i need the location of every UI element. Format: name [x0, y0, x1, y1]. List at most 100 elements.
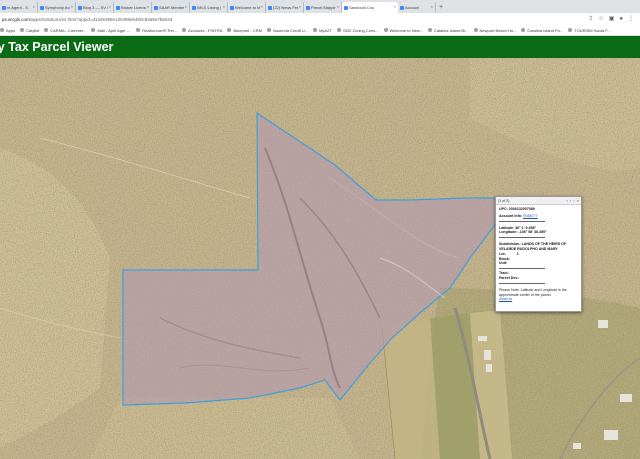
- tab-favicon-icon: [192, 5, 196, 10]
- account-label: Account Info:: [499, 213, 523, 218]
- tab-close-icon[interactable]: ×: [71, 4, 73, 9]
- bookmark-item[interactable]: Catalina Island Br...: [427, 27, 469, 33]
- latitude-label: Latitude:: [499, 225, 515, 230]
- bookmark-favicon-icon: [521, 28, 526, 32]
- bookmarks-bar: Apps Catylist CARMA - Commer... Mail - Apri…: [0, 25, 640, 36]
- divider: [499, 268, 545, 270]
- tab-close-icon[interactable]: ×: [394, 4, 396, 9]
- tab-close-icon[interactable]: ×: [33, 4, 35, 9]
- tab-close-icon[interactable]: ×: [185, 4, 187, 9]
- browser-tab[interactable]: Parcel Mapping - SV×: [304, 2, 342, 13]
- bookmark-label: CARMA - Commer...: [50, 27, 87, 33]
- map-canvas[interactable]: (1 of 2) ‹ › ▫ × UPC: 2006132007089 Acco…: [0, 58, 640, 459]
- tab-label: Account: [405, 5, 420, 10]
- subdivision-label: Subdivision:: [499, 242, 521, 247]
- browser-tab[interactable]: Account ×: [398, 2, 436, 13]
- bookmark-label: Nusenda Credit U...: [272, 27, 309, 33]
- bookmark-label: Welcome to New...: [389, 27, 423, 33]
- bookmark-item[interactable]: MyAZT: [313, 28, 332, 33]
- popup-prev-icon[interactable]: ‹: [567, 198, 568, 203]
- tab-favicon-icon: [78, 5, 82, 10]
- profile-icon[interactable]: ●: [619, 15, 623, 23]
- browser-tab[interactable]: nt Agent - S ×: [0, 2, 38, 13]
- bookmark-label: Apps: [6, 27, 16, 33]
- bookmark-item[interactable]: Realtor.com® Rel...: [136, 28, 177, 33]
- tab-label: Blog 3 — SV Consult: [83, 5, 108, 10]
- account-link[interactable]: R056777: [523, 214, 538, 218]
- bookmark-label: Realtor.com® Rel...: [142, 27, 178, 33]
- tab-close-icon[interactable]: ×: [109, 4, 111, 9]
- browser-tab[interactable]: (22) News Feed — Fac×: [266, 2, 304, 13]
- bookmark-label: MyAZT: [319, 27, 332, 33]
- bookmark-item[interactable]: Apps: [0, 28, 15, 33]
- bookmark-favicon-icon: [266, 28, 271, 32]
- new-tab-button[interactable]: +: [436, 2, 446, 13]
- parcel-dev-label: Parcel Dev.:: [499, 275, 520, 280]
- parcel-info-popup: (1 of 2) ‹ › ▫ × UPC: 2006132007089 Acco…: [495, 196, 582, 312]
- tab-label: Welcome to Molisan: [235, 5, 260, 10]
- bookmark-favicon-icon: [182, 28, 187, 32]
- tab-label: Sandoval County Tax: [349, 5, 374, 10]
- browser-tab[interactable]: Symphony Account×: [38, 2, 76, 13]
- tab-favicon-icon: [2, 5, 6, 10]
- tab-favicon-icon: [116, 5, 120, 10]
- browser-tab[interactable]: Blog 3 — SV Consult×: [76, 2, 114, 13]
- tab-close-icon[interactable]: ×: [431, 4, 433, 9]
- bookmark-favicon-icon: [427, 28, 432, 32]
- menu-kebab-icon[interactable]: ⋮: [628, 15, 634, 23]
- browser-tab[interactable]: Welcome to Molisan×: [228, 2, 266, 13]
- browser-tab[interactable]: SAAR Member Portal×: [152, 2, 190, 13]
- tab-favicon-icon: [40, 5, 44, 10]
- browser-tab[interactable]: IMLS Listing | Naviga×: [190, 2, 228, 13]
- divider: [499, 282, 545, 284]
- popup-pager: (1 of 2): [498, 198, 510, 203]
- divider: [499, 220, 545, 222]
- bookmark-item[interactable]: Accounts - FINTRA: [182, 28, 222, 33]
- address-bar[interactable]: ps.arcgis.com/apps/Solutions/s2.html?app…: [0, 13, 640, 25]
- bookmark-item[interactable]: Nusenda Credit U...: [266, 27, 309, 33]
- popup-maximize-icon[interactable]: ▫: [573, 198, 574, 203]
- tab-close-icon[interactable]: ×: [223, 4, 225, 9]
- tab-close-icon[interactable]: ×: [261, 4, 263, 9]
- browser-tab[interactable]: Broker License Appl×: [114, 2, 152, 13]
- tab-close-icon[interactable]: ×: [299, 4, 301, 9]
- bookmark-label: SDD Zoning Cons...: [342, 27, 379, 33]
- bookmark-item[interactable]: SDD Zoning Cons...: [336, 27, 379, 33]
- browser-tab[interactable]: Sandoval County Tax ×: [342, 2, 398, 13]
- bookmark-item[interactable]: Catalina Island Pu...: [521, 28, 563, 33]
- bookmark-item[interactable]: Welcome to New...: [383, 27, 423, 33]
- tab-close-icon[interactable]: ×: [337, 4, 339, 9]
- popup-next-icon[interactable]: ›: [570, 198, 571, 203]
- bookmark-favicon-icon: [136, 28, 141, 32]
- bookmark-favicon-icon: [383, 28, 388, 32]
- bookmark-item[interactable]: Blueprint - CRM: [227, 28, 262, 33]
- bookmark-item[interactable]: Catylist: [20, 28, 39, 33]
- browser-tab-strip: nt Agent - S×Symphony Account×Blog 3 — S…: [0, 0, 640, 13]
- bookmark-label: Mail - April Ager -...: [97, 27, 132, 33]
- divider: [499, 237, 545, 239]
- popup-close-icon[interactable]: ×: [577, 198, 579, 203]
- url-text[interactable]: ps.arcgis.com/apps/Solutions/s2.html?app…: [2, 17, 172, 22]
- bookmark-item[interactable]: CARMA - Commer...: [44, 28, 86, 33]
- bookmark-label: Catalina Island Br...: [433, 27, 469, 33]
- extensions-icon[interactable]: ▣: [609, 15, 615, 23]
- share-icon[interactable]: ⇪: [588, 15, 593, 23]
- tab-label: IMLS Listing | Naviga: [197, 5, 222, 10]
- bookmark-item[interactable]: Newport Beach Ho...: [473, 28, 516, 33]
- zoom-to-link[interactable]: Zoom to: [499, 297, 512, 301]
- bookmark-star-icon[interactable]: ☆: [598, 15, 603, 23]
- bookmark-item[interactable]: TOURISM Santa F...: [568, 28, 611, 33]
- bookmark-item[interactable]: Mail - April Ager -...: [91, 28, 131, 33]
- lot-value: 1: [516, 251, 519, 256]
- latitude-value: 36° 1' 9.458": [515, 225, 537, 230]
- upc-value: 2006132007089: [508, 207, 535, 211]
- tab-favicon-icon: [306, 5, 310, 10]
- bookmark-label: Catylist: [26, 27, 40, 33]
- bookmark-favicon-icon: [473, 28, 478, 32]
- bookmark-favicon-icon: [91, 28, 96, 32]
- tab-favicon-icon: [230, 5, 234, 10]
- tab-favicon-icon: [400, 5, 404, 10]
- tab-close-icon[interactable]: ×: [147, 4, 149, 9]
- bookmark-favicon-icon: [336, 28, 341, 32]
- app-header: nty Tax Parcel Viewer: [0, 36, 640, 58]
